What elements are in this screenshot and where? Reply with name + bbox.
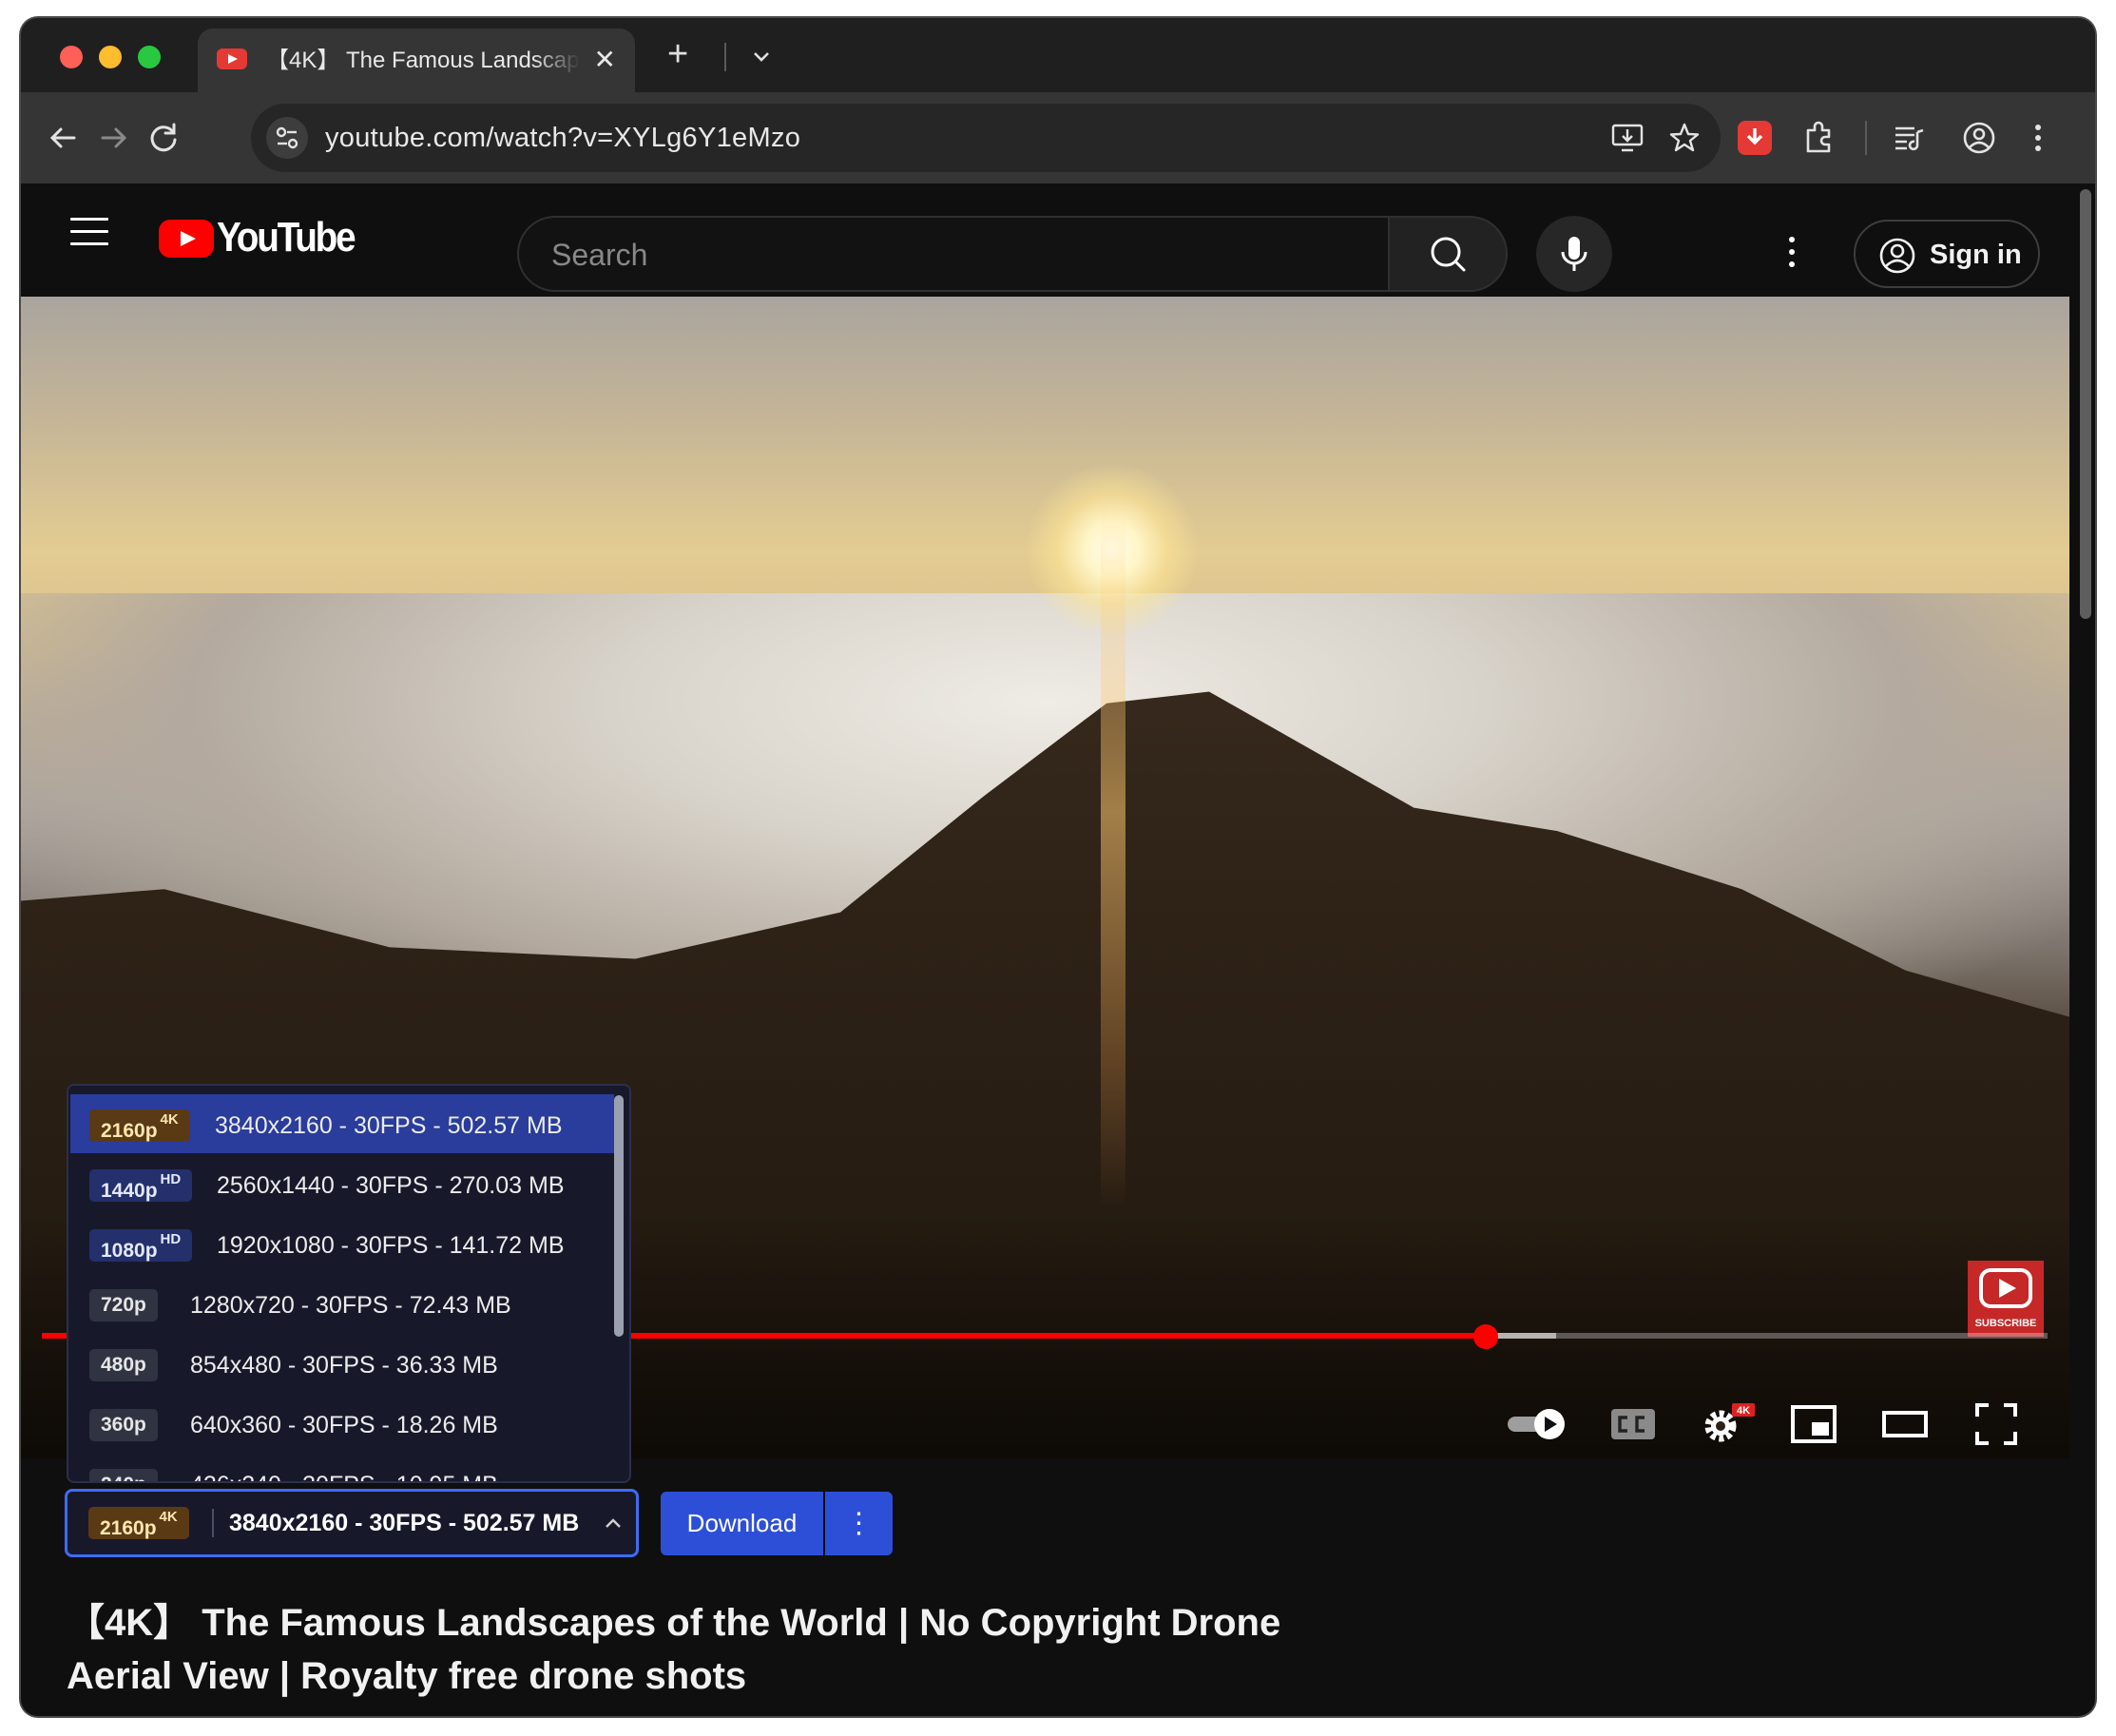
miniplayer-icon[interactable] [1787,1398,1840,1451]
microphone-icon [1561,237,1587,271]
browser-toolbar: youtube.com/watch?v=XYLg6Y1eMzo [21,92,2095,183]
browser-menu-icon[interactable] [2015,115,2061,161]
download-options-button[interactable]: ⋮ [825,1492,893,1555]
resolution-badge: 1080pHD [89,1229,193,1262]
resolution-badge: 240p [89,1469,158,1481]
forward-arrow-icon[interactable] [91,115,137,161]
sign-in-label: Sign in [1930,240,2022,270]
youtube-logo-text[interactable]: YouTube [217,212,356,263]
hamburger-menu-icon[interactable] [70,218,108,246]
subscribe-play-icon [1979,1268,2032,1308]
tab-divider [724,43,726,71]
resolution-label: 240p [101,1474,146,1481]
subscribe-label: SUBSCRIBE [1974,1318,2037,1329]
chevron-up-icon[interactable] [600,1511,626,1537]
voice-search-button[interactable] [1536,216,1612,292]
format-detail: 1920x1080 - 30FPS - 141.72 MB [217,1232,565,1259]
select-divider [212,1509,214,1537]
tab-close-icon[interactable]: ✕ [594,44,616,76]
format-detail: 854x480 - 30FPS - 36.33 MB [190,1352,498,1379]
fullscreen-icon[interactable] [1970,1398,2023,1451]
resolution-label: 2160p [101,1120,158,1142]
youtube-favicon-icon [217,48,247,69]
settings-more-icon[interactable] [1789,237,1797,274]
browser-window: 【4K】 The Famous Landscapes of the World … [21,18,2095,1716]
address-bar[interactable]: youtube.com/watch?v=XYLg6Y1eMzo [251,104,1721,172]
quality-option-1080p[interactable]: 1080pHD 1920x1080 - 30FPS - 141.72 MB [70,1214,614,1273]
resolution-label: 480p [101,1354,146,1376]
quality-tag: HD [160,1171,182,1187]
settings-gear-icon[interactable]: 4K [1694,1398,1760,1451]
scrubber-handle[interactable] [1473,1324,1499,1349]
youtube-header: YouTube Search Sign in [21,183,2074,297]
resolution-label: 1080p [101,1240,158,1262]
resolution-badge: 1440pHD [89,1169,193,1202]
toolbar-divider [1865,121,1867,155]
quality-option-360p[interactable]: 360p 640x360 - 30FPS - 18.26 MB [70,1394,614,1453]
quality-badge-text: 4K [1737,1405,1750,1417]
download-extension-icon[interactable] [1738,121,1772,155]
quality-tag: 4K [160,1111,179,1128]
video-title: 【4K】 The Famous Landscapes of the World … [67,1602,1281,1697]
site-settings-icon[interactable] [266,117,308,159]
back-arrow-icon[interactable] [40,115,86,161]
autoplay-toggle-icon[interactable] [1504,1398,1576,1451]
quality-dropdown-list[interactable]: 2160p4K 3840x2160 - 30FPS - 502.57 MB 1440… [67,1084,631,1483]
new-tab-button[interactable]: + [667,35,688,73]
selected-quality-tag: 4K [159,1509,178,1525]
selected-resolution: 2160p [100,1517,157,1539]
resolution-badge: 480p [89,1349,158,1381]
page-scrollbar-thumb[interactable] [2080,189,2091,619]
zoom-window-button[interactable] [138,46,161,68]
subscribe-watermark[interactable]: SUBSCRIBE [1968,1261,2044,1337]
profile-icon[interactable] [1956,115,2002,161]
selected-resolution-badge: 2160p4K [88,1507,189,1539]
quality-option-240p[interactable]: 240p 426x240 - 30FPS - 10.95 MB [70,1454,614,1481]
extensions-puzzle-icon[interactable] [1797,115,1842,161]
search-button[interactable] [1388,216,1508,292]
quality-select[interactable]: 2160p4K 3840x2160 - 30FPS - 502.57 MB [65,1489,639,1557]
video-frame-light-ray [1101,487,1125,1209]
resolution-badge: 360p [89,1409,158,1441]
resolution-label: 720p [101,1294,146,1316]
resolution-label: 1440p [101,1180,158,1202]
dropdown-scrollbar[interactable] [614,1095,624,1337]
install-app-icon[interactable] [1610,121,1645,155]
account-icon [1879,238,1915,274]
format-detail: 640x360 - 30FPS - 18.26 MB [190,1412,498,1438]
sign-in-button[interactable]: Sign in [1854,220,2040,288]
captions-icon[interactable] [1606,1398,1660,1451]
close-window-button[interactable] [60,46,83,68]
selected-format-detail: 3840x2160 - 30FPS - 502.57 MB [229,1510,580,1536]
youtube-logo-icon[interactable] [159,220,214,258]
resolution-badge: 720p [89,1289,158,1321]
url-text[interactable]: youtube.com/watch?v=XYLg6Y1eMzo [325,123,800,153]
quality-tag: HD [160,1231,182,1247]
quality-option-720p[interactable]: 720p 1280x720 - 30FPS - 72.43 MB [70,1274,614,1333]
download-button[interactable]: Download [661,1492,823,1555]
search-input[interactable]: Search [517,216,1388,292]
tab-strip: 【4K】 The Famous Landscapes of the World … [21,18,2095,93]
search-placeholder: Search [551,238,648,272]
format-detail: 1280x720 - 30FPS - 72.43 MB [190,1292,511,1319]
quality-option-2160p[interactable]: 2160p4K 3840x2160 - 30FPS - 502.57 MB [70,1094,614,1153]
format-detail: 3840x2160 - 30FPS - 502.57 MB [215,1112,563,1139]
resolution-badge: 2160p4K [89,1109,190,1142]
resolution-label: 360p [101,1414,146,1436]
browser-tab[interactable]: 【4K】 The Famous Landscapes of the World … [198,29,635,93]
minimize-window-button[interactable] [99,46,122,68]
quality-option-1440p[interactable]: 1440pHD 2560x1440 - 30FPS - 270.03 MB [70,1154,614,1213]
tab-search-chevron-icon[interactable] [749,45,774,69]
quality-option-480p[interactable]: 480p 854x480 - 30FPS - 36.33 MB [70,1334,614,1393]
tab-title: 【4K】 The Famous Landscapes of the World … [266,48,580,73]
search-icon [1431,237,1466,272]
theater-mode-icon[interactable] [1878,1398,1932,1451]
media-controls-icon[interactable] [1886,115,1932,161]
bookmark-star-icon[interactable] [1667,121,1702,155]
format-detail: 2560x1440 - 30FPS - 270.03 MB [217,1172,565,1199]
format-detail: 426x240 - 30FPS - 10.95 MB [190,1469,498,1481]
reload-icon[interactable] [141,115,186,161]
